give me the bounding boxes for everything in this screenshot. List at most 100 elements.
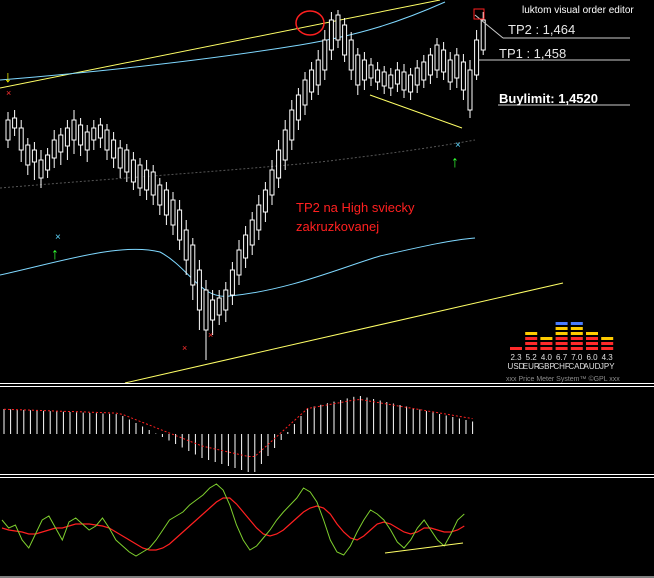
candle-body bbox=[210, 299, 216, 321]
candle-body bbox=[335, 14, 341, 41]
meter-bar-red bbox=[540, 342, 553, 345]
candle-body bbox=[117, 147, 123, 169]
candle-body bbox=[124, 149, 130, 173]
sell-marker-icon: × bbox=[208, 330, 213, 340]
candle-body bbox=[45, 154, 51, 171]
stochastic-trendline bbox=[384, 542, 464, 554]
meter-bar-red bbox=[586, 337, 598, 340]
candle-body bbox=[196, 269, 202, 311]
meter-bar-red bbox=[555, 342, 568, 345]
stochastic-main-line bbox=[1, 483, 465, 557]
candle-body bbox=[454, 54, 460, 79]
annotation-line-1: TP2 na High sviecky bbox=[296, 200, 415, 215]
candle-body bbox=[388, 74, 394, 89]
tp2-label[interactable]: TP2 : 1,464 bbox=[508, 22, 575, 37]
meter-value: 4.3 bbox=[602, 353, 614, 362]
candle-body bbox=[421, 61, 427, 81]
candle-body bbox=[375, 69, 381, 83]
candle-body bbox=[322, 39, 328, 71]
meter-currency: GBP bbox=[538, 362, 555, 371]
candle-body bbox=[157, 184, 163, 206]
candle-body bbox=[216, 297, 222, 316]
meter-bar-red bbox=[586, 347, 598, 350]
candle-body bbox=[276, 149, 282, 179]
meter-bar-red bbox=[570, 337, 583, 340]
meter-bar-red bbox=[525, 337, 538, 340]
candle-body bbox=[361, 59, 367, 81]
meter-value: 6.0 bbox=[586, 353, 598, 362]
meter-bar-yellow bbox=[525, 332, 538, 335]
candle-body bbox=[64, 127, 70, 147]
candle-body bbox=[111, 139, 117, 159]
meter-bar-blue bbox=[555, 322, 568, 325]
up-arrow-icon: ↑ bbox=[451, 154, 459, 171]
candle-body bbox=[236, 249, 242, 276]
annotation-line-2: zakruzkovanej bbox=[296, 219, 379, 234]
candle-body bbox=[78, 124, 84, 146]
chart-canvas[interactable]: ↓ × × ↑ × ↑ × × TP2 na High sviecky zakr… bbox=[0, 0, 654, 578]
cross-signal-icon: × bbox=[55, 232, 61, 243]
candle-body bbox=[150, 171, 156, 196]
candle-body bbox=[368, 64, 374, 79]
candle-body bbox=[460, 61, 466, 91]
meter-value: 5.2 bbox=[526, 353, 538, 362]
candle-body bbox=[223, 289, 229, 311]
meter-bar-red bbox=[601, 342, 614, 345]
candle-body bbox=[177, 209, 183, 241]
meter-bar-red bbox=[555, 347, 568, 350]
candle-body bbox=[229, 269, 235, 296]
candle-body bbox=[434, 44, 440, 71]
candle-body bbox=[137, 164, 143, 189]
candle-body bbox=[12, 117, 18, 129]
candle-body bbox=[289, 109, 295, 141]
candle-body bbox=[309, 69, 315, 93]
sell-marker-icon: × bbox=[6, 88, 11, 98]
buylimit-label[interactable]: Buylimit: 1,4520 bbox=[499, 91, 598, 106]
meter-bar-red bbox=[570, 342, 583, 345]
meter-bar-yellow bbox=[570, 327, 583, 330]
candle-body bbox=[348, 39, 354, 71]
macd-histogram-pane[interactable] bbox=[3, 396, 474, 472]
candle-body bbox=[269, 169, 275, 196]
candle-body bbox=[355, 54, 361, 86]
candle-body bbox=[381, 71, 387, 87]
stochastic-signal-line bbox=[1, 497, 465, 551]
meter-value: 6.7 bbox=[556, 353, 568, 362]
candle-body bbox=[18, 127, 24, 151]
candle-body bbox=[467, 69, 473, 111]
candle-body bbox=[401, 71, 407, 91]
candle-body bbox=[25, 144, 31, 166]
candle-body bbox=[394, 69, 400, 85]
candle-body bbox=[170, 199, 176, 226]
candle-body bbox=[427, 54, 433, 76]
cross-signal-icon: × bbox=[455, 140, 461, 151]
macd-signal-line bbox=[3, 398, 473, 457]
candle-body bbox=[441, 49, 447, 73]
meter-value: 7.0 bbox=[571, 353, 583, 362]
sell-marker-icon: × bbox=[182, 343, 187, 353]
meter-bar-red bbox=[555, 337, 568, 340]
meter-bar-red bbox=[570, 347, 583, 350]
candle-body bbox=[5, 119, 11, 141]
candle-body bbox=[328, 19, 334, 51]
candle-body bbox=[295, 94, 301, 121]
tp1-label[interactable]: TP1 : 1,458 bbox=[499, 46, 566, 61]
candle-body bbox=[38, 159, 44, 179]
meter-bar-red bbox=[525, 342, 538, 345]
meter-bar-yellow bbox=[601, 337, 614, 340]
candle-body bbox=[190, 244, 196, 286]
candle-body bbox=[315, 59, 321, 86]
meter-bar-red bbox=[586, 342, 598, 345]
meter-value: 4.0 bbox=[541, 353, 553, 362]
candle-body bbox=[91, 127, 97, 141]
down-arrow-icon: ↓ bbox=[4, 69, 12, 86]
candle-body bbox=[144, 169, 150, 191]
candle-body bbox=[447, 59, 453, 83]
candle-body bbox=[203, 289, 209, 331]
meter-bar-yellow bbox=[540, 337, 553, 340]
candle-body bbox=[163, 189, 169, 216]
candle-body bbox=[256, 204, 262, 231]
meter-bar-yellow bbox=[570, 332, 583, 335]
price-meter-footer: xxx Price Meter System™ ©GPL xxx bbox=[506, 375, 620, 383]
candle-body bbox=[104, 129, 110, 151]
